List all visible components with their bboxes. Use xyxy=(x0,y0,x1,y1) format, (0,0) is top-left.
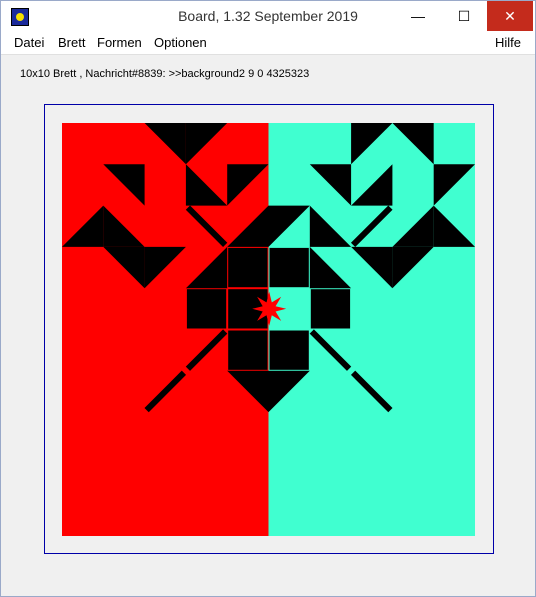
menu-formen[interactable]: Formen xyxy=(97,35,142,50)
menu-hilfe[interactable]: Hilfe xyxy=(495,35,521,50)
menu-brett[interactable]: Brett xyxy=(58,35,85,50)
title-bar[interactable]: Board, 1.32 September 2019 — ☐ ✕ xyxy=(1,1,535,32)
piece-r3-c5 xyxy=(269,247,309,288)
close-button[interactable]: ✕ xyxy=(487,1,533,31)
piece-r4-c6 xyxy=(310,289,351,329)
minimize-button[interactable]: — xyxy=(395,1,441,31)
piece-r5-c4 xyxy=(228,330,268,370)
piece-r5-c5 xyxy=(269,330,309,370)
piece-r4-c3 xyxy=(186,289,227,329)
menu-datei[interactable]: Datei xyxy=(14,35,44,50)
menu-optionen[interactable]: Optionen xyxy=(154,35,207,50)
status-message: 10x10 Brett , Nachricht#8839: >>backgrou… xyxy=(20,68,310,80)
app-window: Board, 1.32 September 2019 — ☐ ✕ Datei B… xyxy=(0,0,536,597)
piece-r3-c4 xyxy=(228,247,268,288)
maximize-button[interactable]: ☐ xyxy=(441,1,487,31)
game-board[interactable] xyxy=(62,123,475,536)
menu-bar: Datei Brett Formen Optionen Hilfe xyxy=(1,32,535,55)
